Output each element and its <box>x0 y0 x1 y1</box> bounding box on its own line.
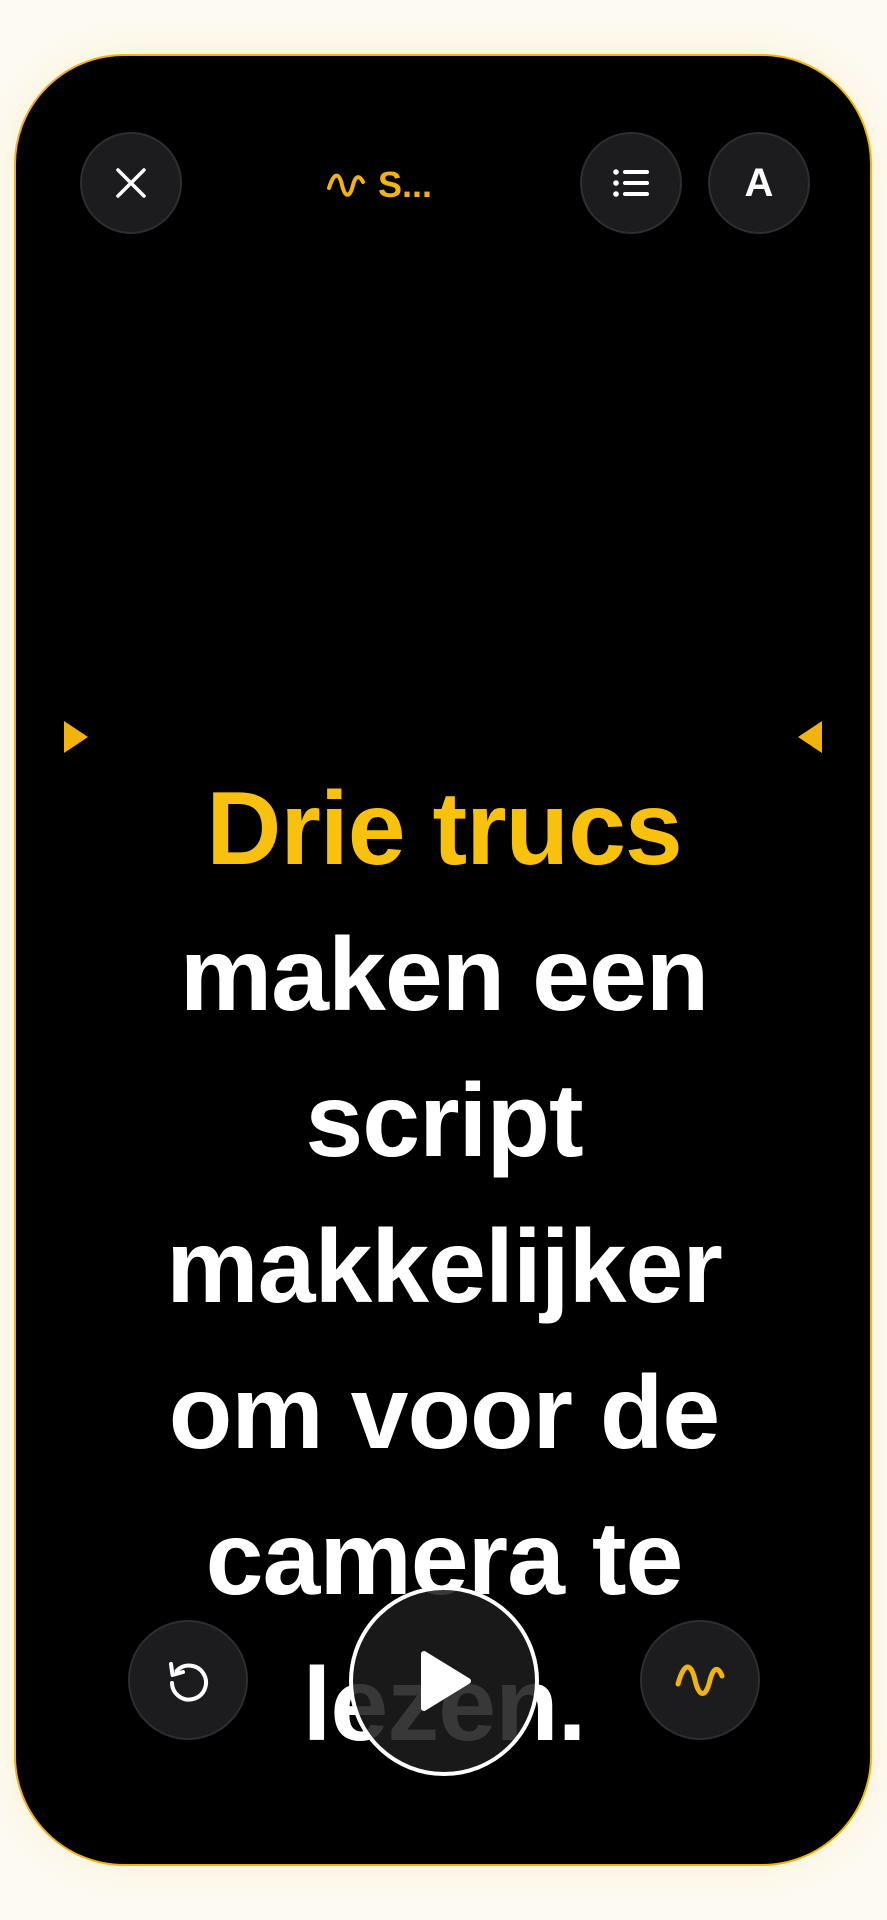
font-settings-button[interactable]: A <box>708 132 810 234</box>
script-line: makkelijker <box>166 1209 723 1325</box>
font-settings-label: A <box>744 160 774 205</box>
waveform-icon <box>675 1664 725 1696</box>
title-label: S... <box>378 164 433 205</box>
script-list-button[interactable] <box>580 132 682 234</box>
play-button[interactable] <box>349 1586 539 1776</box>
script-line: maken een <box>179 917 710 1033</box>
voice-tracking-button[interactable] <box>640 1620 760 1740</box>
current-phrase: Drie trucs <box>206 771 683 887</box>
restart-button[interactable] <box>128 1620 248 1740</box>
script-line: om voor de <box>168 1355 721 1471</box>
list-icon <box>613 169 649 197</box>
script-title[interactable]: S... <box>326 160 466 210</box>
waveform-icon <box>327 173 365 197</box>
teleprompter-screen: S... A Drie trucs maken een script makke… <box>14 54 872 1866</box>
reading-line-marker-left <box>64 721 88 753</box>
restart-icon <box>169 1662 208 1702</box>
close-button[interactable] <box>80 132 182 234</box>
script-line: script <box>305 1063 583 1179</box>
play-icon <box>421 1651 471 1711</box>
reading-line-marker-right <box>798 721 822 753</box>
close-icon <box>116 168 146 198</box>
